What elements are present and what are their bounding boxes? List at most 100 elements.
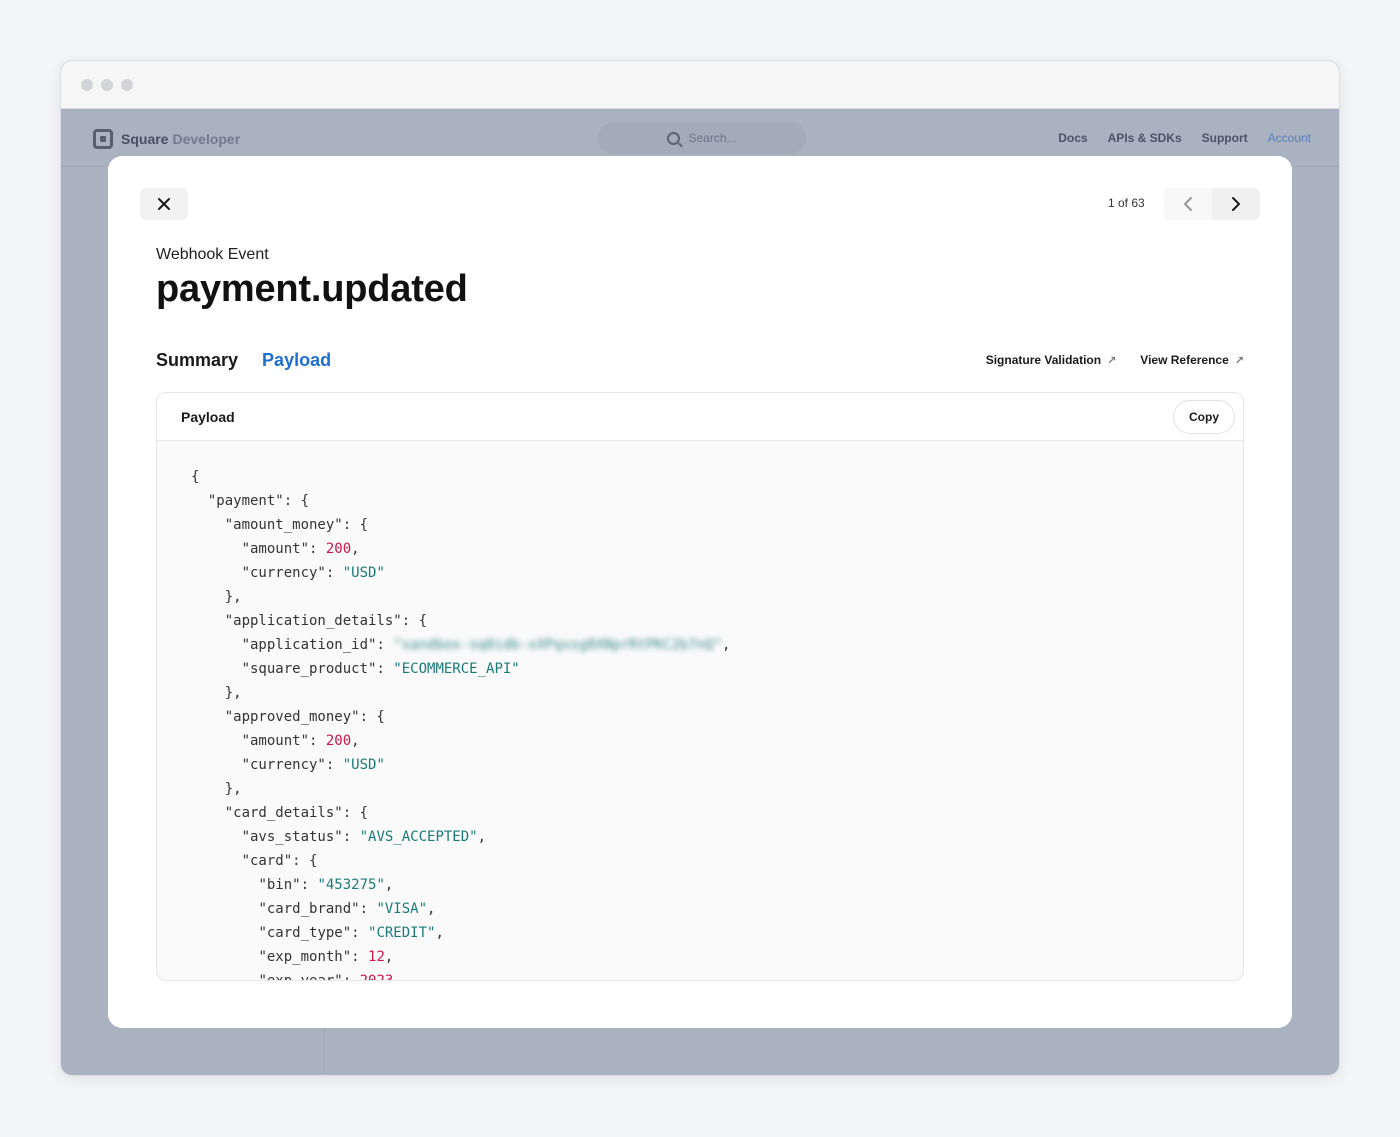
pager — [1164, 188, 1260, 220]
view-reference-label: View Reference — [1140, 353, 1229, 367]
code-token: , — [351, 733, 360, 749]
previous-button[interactable] — [1164, 188, 1212, 220]
code-token: , — [351, 541, 360, 557]
code-token: "currency" — [241, 565, 326, 581]
nav-links: Docs APIs & SDKs Support Account — [1038, 131, 1311, 145]
code-token: "USD" — [342, 565, 385, 581]
code-token: : — [309, 733, 326, 749]
code-line: "bin": "453275", — [191, 873, 1231, 897]
arrow-up-right-icon: ↗ — [1234, 354, 1244, 367]
next-button[interactable] — [1212, 188, 1260, 220]
code-token: , — [477, 829, 487, 845]
title-bar — [61, 61, 1339, 109]
code-token: : { — [401, 613, 428, 629]
code-token: "square_product" — [241, 661, 377, 677]
payload-panel-header: Payload Copy — [157, 393, 1243, 441]
code-token: "amount" — [241, 541, 310, 557]
webhook-event-modal: 1 of 63 Webhook Event payment.updated Su… — [108, 156, 1292, 1028]
window-dot-maximize[interactable] — [121, 79, 133, 91]
window-dot-close[interactable] — [81, 79, 93, 91]
nav-link-docs[interactable]: Docs — [1058, 131, 1087, 145]
site-search[interactable]: Search... — [598, 122, 806, 154]
code-token: }, — [224, 781, 242, 797]
code-line: }, — [191, 777, 1231, 801]
payload-code-block[interactable]: { "payment": { "amount_money": { "amount… — [191, 465, 1231, 981]
code-line: "card_brand": "VISA", — [191, 897, 1231, 921]
arrow-up-right-icon: ↗ — [1107, 354, 1117, 367]
square-logo-icon — [93, 129, 113, 149]
code-token: "ECOMMERCE_API" — [393, 661, 520, 677]
pager-count: 1 of 63 — [1108, 196, 1145, 210]
signature-validation-link[interactable]: Signature Validation ↗ — [986, 353, 1117, 367]
code-line: "amount_money": { — [191, 513, 1231, 537]
code-line: "card": { — [191, 849, 1231, 873]
code-token: "application_details" — [224, 613, 402, 629]
code-line: "currency": "USD" — [191, 753, 1231, 777]
close-button[interactable] — [140, 188, 188, 220]
event-eyebrow: Webhook Event — [156, 246, 269, 263]
code-token: : — [351, 949, 369, 965]
code-token: "avs_status" — [241, 829, 343, 845]
code-token: : { — [342, 517, 369, 533]
code-line: "application_id": "sandbox-sq0idb-xXPqxs… — [191, 633, 1231, 657]
code-token: "card_brand" — [258, 901, 360, 917]
code-token: , — [384, 949, 394, 965]
window-dot-minimize[interactable] — [101, 79, 113, 91]
code-line: "amount": 200, — [191, 537, 1231, 561]
brand-sub: Developer — [172, 131, 241, 147]
code-token: , — [427, 901, 436, 917]
code-token: "currency" — [241, 757, 326, 773]
code-token: : — [309, 541, 326, 557]
code-token: "VISA" — [376, 901, 428, 917]
code-line: "application_details": { — [191, 609, 1231, 633]
brand[interactable]: Square Developer — [93, 129, 240, 149]
code-token: "card_type" — [258, 925, 352, 941]
redacted-value: "sandbox-sq0idb-xXPqxsg8XNprRtPKC2b7nQ" — [393, 637, 723, 653]
code-token: : — [351, 925, 369, 941]
code-token: "payment" — [207, 493, 284, 509]
code-line: "avs_status": "AVS_ACCEPTED", — [191, 825, 1231, 849]
code-token: : { — [292, 853, 318, 869]
payload-panel: Payload Copy { "payment": { "amount_mone… — [156, 392, 1244, 981]
code-token: "exp_month" — [258, 949, 352, 965]
payload-panel-title: Payload — [181, 409, 235, 425]
signature-validation-label: Signature Validation — [985, 353, 1102, 367]
view-reference-link[interactable]: View Reference ↗ — [1140, 353, 1244, 367]
code-token: 200 — [325, 733, 352, 749]
code-token: "CREDIT" — [368, 925, 436, 941]
tab-summary[interactable]: Summary — [156, 350, 238, 371]
code-token: "USD" — [342, 757, 385, 773]
code-token: 200 — [325, 541, 352, 557]
code-line: "amount": 200, — [191, 729, 1231, 753]
brand-name: Square — [121, 131, 169, 147]
copy-button[interactable]: Copy — [1173, 400, 1235, 434]
code-token: , — [722, 637, 731, 653]
search-placeholder: Search... — [688, 131, 737, 145]
code-token: "453275" — [317, 877, 385, 893]
code-token: : — [325, 565, 343, 581]
search-icon — [667, 131, 681, 145]
code-token: , — [393, 973, 402, 981]
code-line: "square_product": "ECOMMERCE_API" — [191, 657, 1231, 681]
nav-link-apis[interactable]: APIs & SDKs — [1108, 131, 1182, 145]
code-token: : — [376, 661, 394, 677]
code-token: : { — [359, 709, 385, 725]
code-token: "card" — [241, 853, 293, 869]
event-title: payment.updated — [156, 268, 468, 310]
code-token: : — [300, 877, 318, 893]
nav-link-support[interactable]: Support — [1202, 131, 1248, 145]
code-token: , — [384, 877, 394, 893]
external-links: Signature Validation ↗ View Reference ↗ — [962, 353, 1244, 367]
code-token: : — [359, 901, 377, 917]
code-token: 2023 — [359, 973, 394, 981]
tab-payload[interactable]: Payload — [262, 350, 331, 371]
nav-link-account[interactable]: Account — [1268, 131, 1311, 145]
code-token: "approved_money" — [224, 709, 360, 725]
code-token: "amount" — [241, 733, 310, 749]
code-token: , — [435, 925, 444, 941]
code-token: "bin" — [258, 877, 301, 893]
code-line: "currency": "USD" — [191, 561, 1231, 585]
code-token: "application_id" — [241, 637, 377, 653]
code-token: }, — [224, 589, 242, 605]
code-token: 12 — [368, 949, 385, 965]
